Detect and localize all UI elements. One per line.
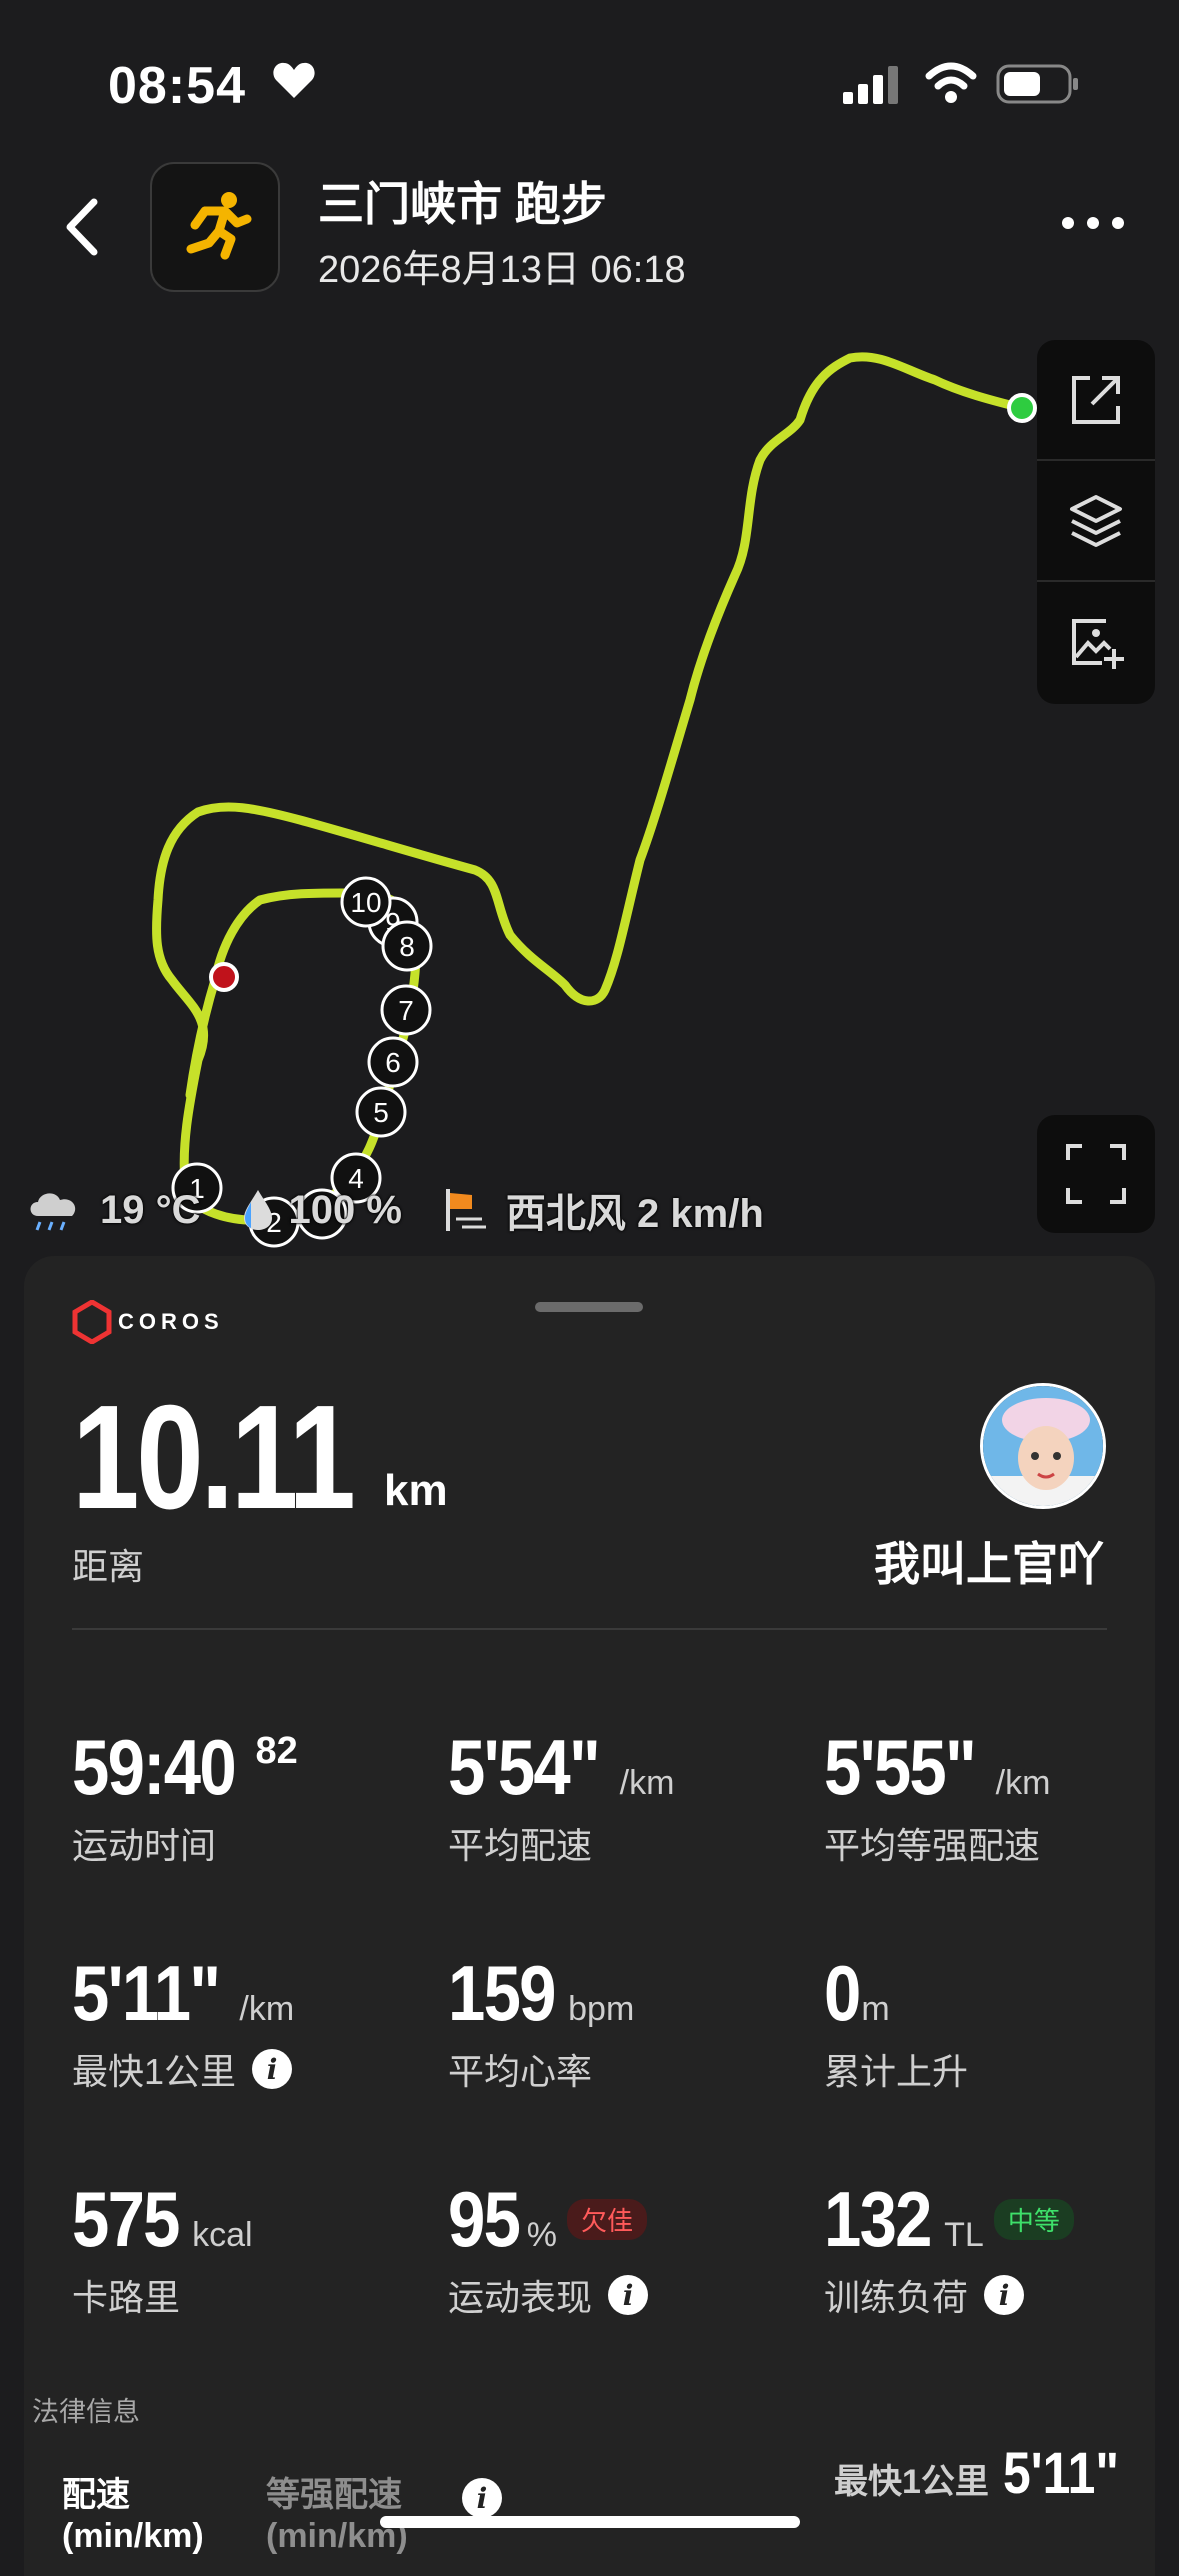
distance-unit: km <box>384 1466 448 1515</box>
rain-cloud-icon <box>30 1193 76 1231</box>
route-map[interactable]: 1 2 4 5 6 7 9 8 10 <box>0 320 1179 1260</box>
km-marker: 8 <box>381 920 433 972</box>
chevron-left-icon <box>66 198 98 256</box>
svg-text:6: 6 <box>385 1047 401 1078</box>
humidity: 100 % <box>241 1188 402 1233</box>
activity-title: 三门峡市 跑步 <box>318 178 607 230</box>
fullscreen-icon <box>1066 1144 1126 1204</box>
svg-text:10: 10 <box>350 887 381 918</box>
home-indicator[interactable] <box>380 2516 800 2528</box>
info-icon[interactable]: i <box>984 2275 1025 2315</box>
fullscreen-button[interactable] <box>1037 1115 1155 1233</box>
svg-text:5: 5 <box>373 1097 389 1128</box>
back-button[interactable] <box>56 192 116 262</box>
training-load-badge: 中等 <box>993 2199 1074 2240</box>
stat-fastest-km: 5'11"/km 最快1公里 i <box>72 1949 295 2092</box>
coros-logo-icon <box>72 1300 112 1344</box>
fastest-km-summary: 最快1公里 5'11" <box>834 2441 1119 2506</box>
map-toolbar <box>1037 340 1155 704</box>
username[interactable]: 我叫上官吖 <box>874 1528 1104 1594</box>
stat-training-load: 132 TL 中等 训练负荷 i <box>824 2174 1074 2321</box>
end-marker <box>209 962 239 992</box>
running-icon <box>186 192 252 260</box>
add-image-icon <box>1072 618 1124 669</box>
stat-ascent: 0m 累计上升 <box>824 1949 969 2092</box>
km-marker: 5 <box>355 1086 407 1138</box>
stat-avg-hr: 159 bpm 平均心率 <box>448 1949 635 2092</box>
coros-logo: COROS <box>72 1300 224 1344</box>
divider <box>72 1628 1107 1630</box>
user-avatar[interactable] <box>980 1383 1106 1509</box>
stat-avg-eq-pace: 5'55"/km 平均等强配速 <box>824 1723 1051 1866</box>
sheet-drag-handle[interactable] <box>535 1302 643 1312</box>
layers-icon <box>1070 494 1122 547</box>
km-marker: 10 <box>340 876 392 928</box>
stat-performance: 95% 欠佳 运动表现 i <box>448 2174 649 2321</box>
distance-label: 距离 <box>72 1546 145 1587</box>
start-marker <box>1007 393 1037 423</box>
tab-pace[interactable]: 配速 (min/km) <box>62 2475 204 2557</box>
share-button[interactable] <box>1037 340 1155 461</box>
map-layers-button[interactable] <box>1037 461 1155 582</box>
share-icon <box>1072 375 1120 424</box>
activity-type-icon <box>150 162 280 292</box>
info-icon[interactable]: i <box>462 2478 502 2518</box>
temperature: 19 °C <box>24 1186 201 1234</box>
battery-icon <box>996 64 1080 109</box>
more-options-button[interactable] <box>1062 208 1124 238</box>
legal-info-link[interactable]: 法律信息 <box>32 2390 140 2429</box>
km-marker: 6 <box>367 1036 419 1088</box>
info-icon[interactable]: i <box>252 2049 293 2089</box>
add-photo-button[interactable] <box>1037 582 1155 703</box>
svg-text:8: 8 <box>399 931 415 962</box>
distance-value: 10.11 <box>72 1375 356 1540</box>
route-line <box>151 352 1027 1225</box>
weather-row: 19 °C 100 % 西北风 2 km/h <box>24 1180 804 1240</box>
heart-icon <box>272 60 316 105</box>
status-time: 08:54 <box>108 57 246 115</box>
cellular-signal-icon <box>843 66 901 111</box>
wifi-icon <box>925 62 977 109</box>
stat-avg-pace: 5'54"/km 平均配速 <box>448 1723 675 1866</box>
activity-datetime: 2026年8月13日 06:18 <box>318 249 686 291</box>
svg-text:7: 7 <box>398 995 414 1026</box>
wind: 西北风 2 km/h <box>442 1181 764 1239</box>
stat-calories: 575 kcal 卡路里 <box>72 2175 253 2318</box>
wind-flag-icon <box>445 1189 486 1231</box>
stat-duration: 59:40 82 运动时间 <box>72 1723 298 1866</box>
info-icon[interactable]: i <box>608 2275 649 2315</box>
performance-badge: 欠佳 <box>567 2199 648 2240</box>
km-marker: 7 <box>380 984 432 1036</box>
water-drop-icon <box>243 1190 272 1230</box>
